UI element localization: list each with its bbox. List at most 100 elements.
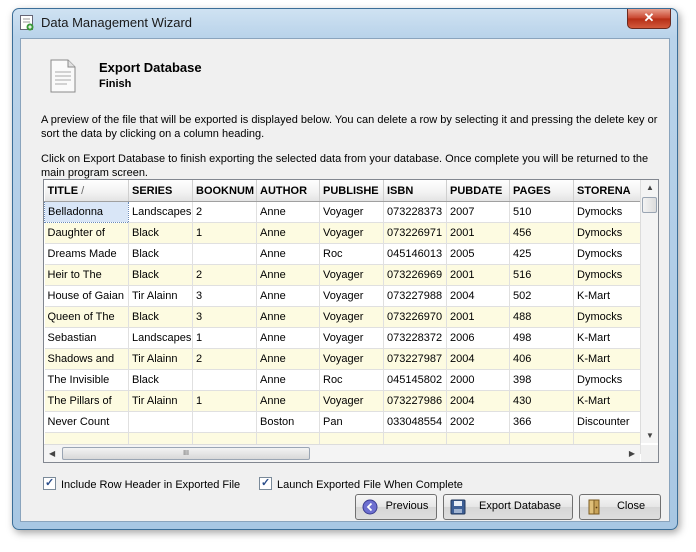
cell-isbn[interactable]: 073226969 bbox=[383, 264, 447, 286]
cell-storename[interactable]: Dymocks bbox=[573, 369, 641, 391]
cell-series[interactable]: Black bbox=[128, 306, 193, 328]
preview-grid[interactable]: TITLE / SERIES BOOKNUM AUTHOR PUBLISHE I… bbox=[43, 179, 659, 463]
cell-isbn[interactable]: 073227987 bbox=[383, 348, 447, 370]
cell-pages[interactable]: 510 bbox=[509, 201, 574, 223]
cell-pubdate[interactable]: 2001 bbox=[446, 264, 510, 286]
cell-title[interactable]: Dreams Made bbox=[44, 243, 129, 265]
cell-pages[interactable]: 398 bbox=[509, 369, 574, 391]
cell-title[interactable]: House of Gaian bbox=[44, 285, 129, 307]
cell-storename[interactable]: K-Mart bbox=[573, 285, 641, 307]
cell-author[interactable]: Anne bbox=[256, 264, 320, 286]
cell-series[interactable] bbox=[128, 411, 193, 433]
cell-pages[interactable]: 425 bbox=[509, 243, 574, 265]
column-header-storename[interactable]: STORENA bbox=[573, 180, 641, 202]
cell-series[interactable]: Tir Alainn bbox=[128, 348, 193, 370]
cell-series[interactable]: Black bbox=[128, 222, 193, 244]
cell-pages[interactable]: 488 bbox=[509, 306, 574, 328]
cell-booknum[interactable]: 2 bbox=[192, 348, 257, 370]
cell-series[interactable]: Black bbox=[128, 369, 193, 391]
cell-author[interactable]: Anne bbox=[256, 369, 320, 391]
column-header-title[interactable]: TITLE / bbox=[44, 180, 129, 202]
cell-booknum[interactable]: 3 bbox=[192, 285, 257, 307]
cell-pages[interactable]: 430 bbox=[509, 390, 574, 412]
cell-pubdate[interactable]: 2004 bbox=[446, 390, 510, 412]
cell-storename[interactable]: K-Mart bbox=[573, 390, 641, 412]
horizontal-scroll-thumb[interactable]: III bbox=[62, 447, 310, 460]
cell-publisher[interactable]: Voyager bbox=[319, 285, 384, 307]
table-row[interactable]: Daughter of Black 1 Anne Voyager 073226971 200… bbox=[44, 222, 641, 244]
cell-title[interactable]: Belladonna bbox=[44, 201, 129, 223]
column-header-isbn[interactable]: ISBN bbox=[383, 180, 447, 202]
cell-publisher[interactable]: Roc bbox=[319, 369, 384, 391]
cell-isbn[interactable]: 073227986 bbox=[383, 390, 447, 412]
cell-booknum[interactable] bbox=[192, 243, 257, 265]
cell-author[interactable]: Boston bbox=[256, 411, 320, 433]
cell-storename[interactable]: Dymocks bbox=[573, 201, 641, 223]
cell-publisher[interactable]: Voyager bbox=[319, 201, 384, 223]
cell-pubdate[interactable]: 2002 bbox=[446, 411, 510, 433]
cell-pubdate[interactable]: 2001 bbox=[446, 222, 510, 244]
cell-author[interactable]: Anne bbox=[256, 222, 320, 244]
table-row[interactable]: House of Gaian Tir Alainn 3 Anne Voyager 0732… bbox=[44, 285, 641, 307]
cell-title[interactable]: Daughter of bbox=[44, 222, 129, 244]
cell-pubdate[interactable]: 2004 bbox=[446, 285, 510, 307]
table-row[interactable]: Never Count Boston Pan 033048554 2002 366 Disc… bbox=[44, 411, 641, 433]
previous-button[interactable]: Previous bbox=[355, 494, 437, 520]
cell-title[interactable]: Heir to The bbox=[44, 264, 129, 286]
vertical-scroll-thumb[interactable] bbox=[642, 197, 657, 213]
cell-pubdate[interactable]: 2005 bbox=[446, 243, 510, 265]
cell-booknum[interactable]: 2 bbox=[192, 201, 257, 223]
cell-title[interactable]: Queen of The bbox=[44, 306, 129, 328]
export-database-button[interactable]: Export Database bbox=[443, 494, 573, 520]
cell-booknum[interactable]: 1 bbox=[192, 327, 257, 349]
window-close-button[interactable]: ✕ bbox=[627, 9, 671, 29]
cell-pages[interactable]: 456 bbox=[509, 222, 574, 244]
cell-publisher[interactable]: Roc bbox=[319, 243, 384, 265]
cell-isbn[interactable]: 073226971 bbox=[383, 222, 447, 244]
cell-author[interactable]: Anne bbox=[256, 201, 320, 223]
table-row[interactable]: The Invisible Black Anne Roc 045145802 2000 39… bbox=[44, 369, 641, 391]
cell-booknum[interactable]: 1 bbox=[192, 390, 257, 412]
cell-isbn[interactable]: 073228373 bbox=[383, 201, 447, 223]
title-bar[interactable]: Data Management Wizard ✕ bbox=[13, 9, 677, 37]
cell-series[interactable]: Landscapes bbox=[128, 327, 193, 349]
cell-pubdate[interactable]: 2007 bbox=[446, 201, 510, 223]
cell-isbn[interactable]: 073226970 bbox=[383, 306, 447, 328]
cell-isbn[interactable]: 045145802 bbox=[383, 369, 447, 391]
column-header-pages[interactable]: PAGES bbox=[509, 180, 574, 202]
cell-booknum[interactable]: 2 bbox=[192, 264, 257, 286]
horizontal-scrollbar[interactable]: ◀ III ▶ bbox=[44, 444, 640, 462]
cell-title[interactable]: Shadows and bbox=[44, 348, 129, 370]
cell-series[interactable]: Black bbox=[128, 264, 193, 286]
cell-publisher[interactable]: Voyager bbox=[319, 222, 384, 244]
cell-publisher[interactable]: Voyager bbox=[319, 348, 384, 370]
cell-booknum[interactable] bbox=[192, 369, 257, 391]
scroll-down-icon[interactable]: ▼ bbox=[646, 431, 654, 440]
cell-storename[interactable]: Dymocks bbox=[573, 222, 641, 244]
cell-booknum[interactable] bbox=[192, 411, 257, 433]
column-header-publisher[interactable]: PUBLISHE bbox=[319, 180, 384, 202]
cell-storename[interactable]: K-Mart bbox=[573, 348, 641, 370]
cell-pages[interactable]: 366 bbox=[509, 411, 574, 433]
cell-pubdate[interactable]: 2006 bbox=[446, 327, 510, 349]
cell-title[interactable]: Never Count bbox=[44, 411, 129, 433]
close-button[interactable]: Close bbox=[579, 494, 661, 520]
column-header-author[interactable]: AUTHOR bbox=[256, 180, 320, 202]
launch-file-option[interactable]: ✓ Launch Exported File When Complete bbox=[259, 477, 463, 491]
scroll-right-icon[interactable]: ▶ bbox=[629, 449, 635, 458]
cell-booknum[interactable]: 3 bbox=[192, 306, 257, 328]
table-row[interactable]: Sebastian Landscapes 1 Anne Voyager 073228372… bbox=[44, 327, 641, 349]
cell-pages[interactable]: 502 bbox=[509, 285, 574, 307]
cell-title[interactable]: The Invisible bbox=[44, 369, 129, 391]
include-row-header-checkbox[interactable]: ✓ bbox=[43, 477, 56, 490]
launch-file-checkbox[interactable]: ✓ bbox=[259, 477, 272, 490]
cell-storename[interactable]: Dymocks bbox=[573, 306, 641, 328]
cell-author[interactable]: Anne bbox=[256, 327, 320, 349]
cell-series[interactable]: Tir Alainn bbox=[128, 390, 193, 412]
cell-isbn[interactable]: 033048554 bbox=[383, 411, 447, 433]
cell-publisher[interactable]: Pan bbox=[319, 411, 384, 433]
column-header-series[interactable]: SERIES bbox=[128, 180, 193, 202]
cell-title[interactable]: The Pillars of bbox=[44, 390, 129, 412]
table-row[interactable]: Queen of The Black 3 Anne Voyager 073226970 20… bbox=[44, 306, 641, 328]
cell-storename[interactable]: Discounter bbox=[573, 411, 641, 433]
